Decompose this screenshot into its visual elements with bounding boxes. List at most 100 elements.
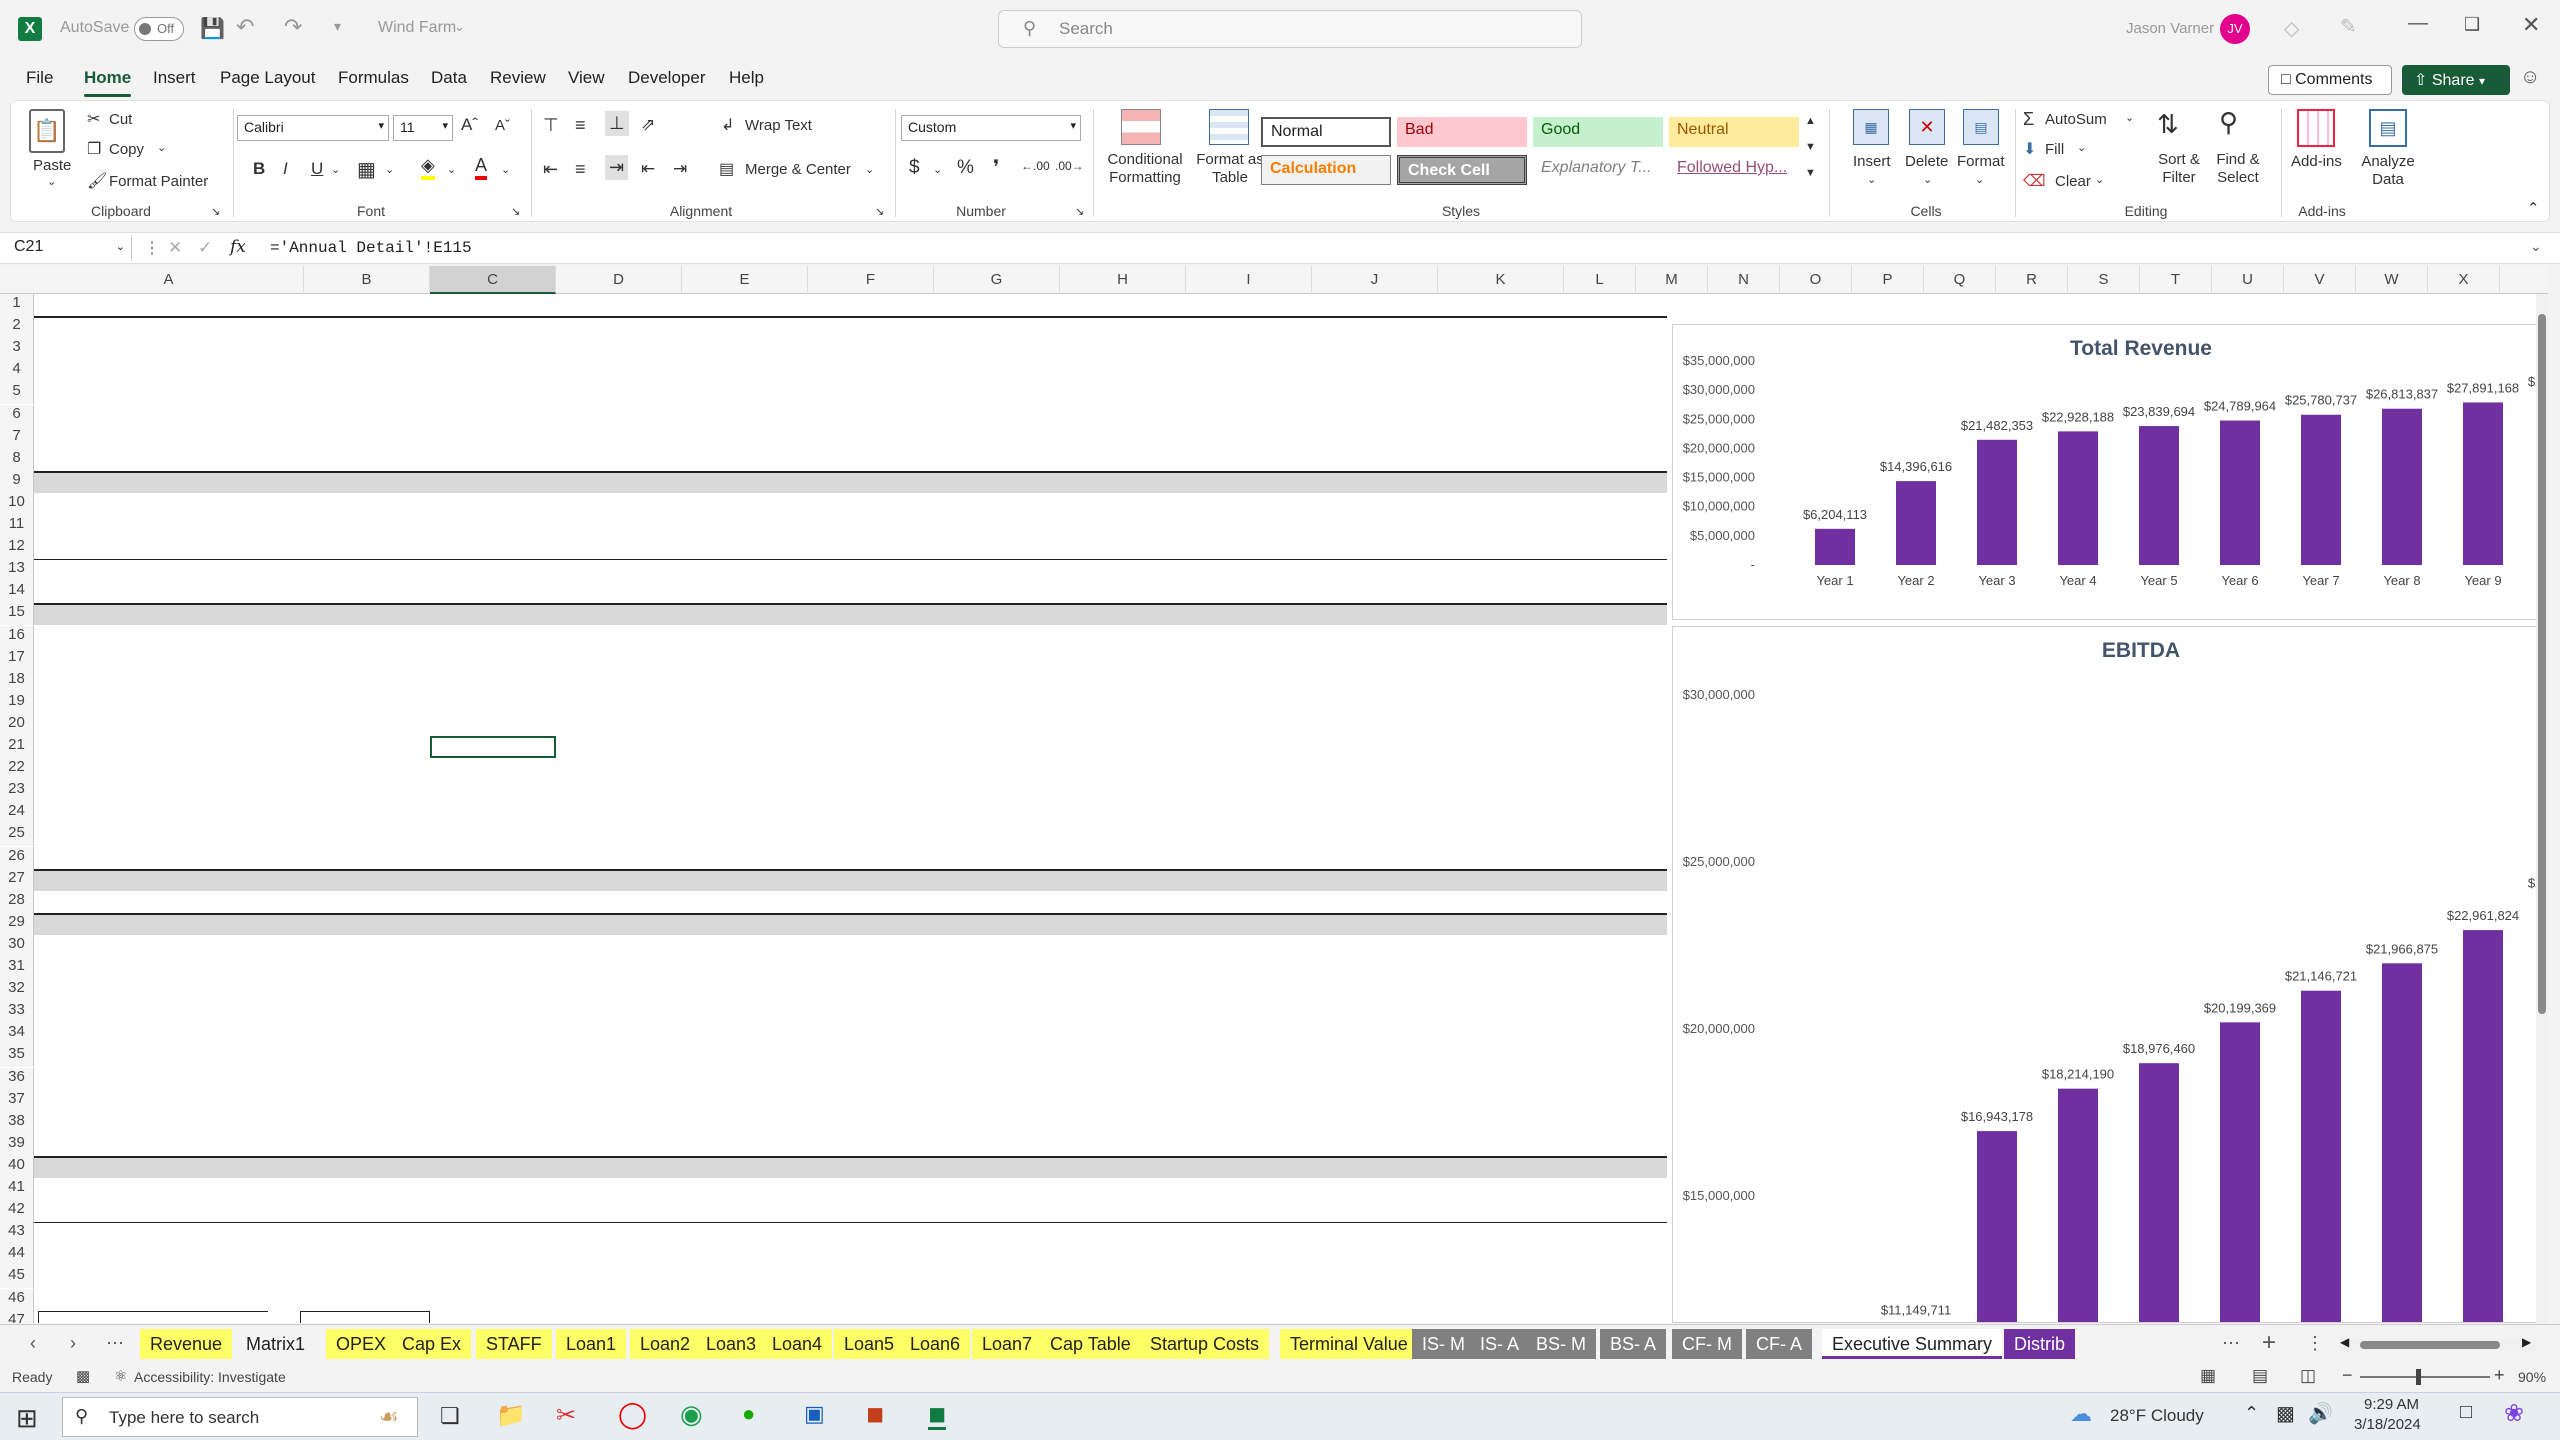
row-label[interactable] [38, 1310, 268, 1323]
row-header[interactable]: 31 [0, 957, 34, 979]
data-cell[interactable] [1564, 1023, 1630, 1045]
row-header[interactable]: 13 [0, 559, 34, 582]
data-cell[interactable] [808, 957, 928, 979]
row-label[interactable] [38, 471, 338, 493]
data-cell[interactable] [1312, 449, 1432, 471]
menu-home[interactable]: Home [84, 68, 132, 97]
sheet-tab[interactable]: CF- A [1746, 1329, 1813, 1359]
italic-icon[interactable]: I [283, 159, 288, 179]
data-cell[interactable] [1564, 382, 1630, 404]
data-cell[interactable] [1312, 736, 1432, 758]
column-header[interactable]: M [1636, 266, 1708, 294]
year-header[interactable] [1312, 316, 1432, 338]
row-label[interactable] [38, 692, 338, 714]
data-cell[interactable] [556, 360, 676, 382]
data-cell[interactable] [304, 405, 424, 427]
data-cell[interactable] [934, 1156, 1054, 1178]
data-cell[interactable] [808, 1068, 928, 1090]
data-cell[interactable] [682, 537, 802, 559]
row-label[interactable] [38, 537, 338, 559]
data-cell[interactable] [682, 405, 802, 427]
data-cell[interactable] [1312, 626, 1432, 648]
data-cell[interactable] [556, 537, 676, 559]
data-cell[interactable] [304, 1266, 424, 1288]
style-normal[interactable]: Normal [1261, 117, 1391, 147]
row-label[interactable] [38, 1289, 338, 1311]
row-header[interactable]: 37 [0, 1089, 34, 1112]
data-cell[interactable] [808, 1045, 928, 1067]
data-cell[interactable] [934, 935, 1054, 957]
row-label[interactable] [38, 913, 338, 935]
data-cell[interactable] [1060, 1244, 1180, 1266]
data-cell[interactable] [556, 1112, 676, 1134]
data-cell[interactable] [556, 1244, 676, 1266]
data-cell[interactable] [808, 626, 928, 648]
row-header[interactable]: 7 [0, 426, 34, 449]
insert-cells-chevron-icon[interactable]: ⌄ [1867, 173, 1876, 186]
data-cell[interactable] [556, 1090, 676, 1112]
data-cell[interactable] [1186, 1112, 1306, 1134]
data-cell[interactable] [1564, 1134, 1630, 1156]
data-cell[interactable] [1312, 1112, 1432, 1134]
data-cell[interactable] [934, 559, 1054, 581]
style-calculation[interactable]: Calculation [1261, 155, 1391, 185]
data-cell[interactable] [1438, 1068, 1558, 1090]
data-cell[interactable] [934, 1266, 1054, 1288]
sheet-tab[interactable]: Terminal Value [1280, 1329, 1418, 1359]
data-cell[interactable] [1060, 1045, 1180, 1067]
row-header[interactable]: 11 [0, 515, 34, 537]
insert-function-icon[interactable]: fx [230, 237, 246, 257]
vertical-scrollbar[interactable] [2536, 294, 2548, 1323]
sheet-tab[interactable]: Revenue [140, 1329, 233, 1359]
data-cell[interactable] [934, 515, 1054, 537]
style-neutral[interactable]: Neutral [1669, 117, 1799, 147]
data-cell[interactable] [682, 957, 802, 979]
data-cell[interactable] [808, 449, 928, 471]
row-label[interactable] [38, 1090, 338, 1112]
data-cell[interactable] [1060, 670, 1180, 692]
style-good[interactable]: Good [1533, 117, 1663, 147]
align-bottom-icon[interactable]: ⊥ [605, 111, 629, 136]
data-cell[interactable] [556, 382, 676, 404]
bar[interactable] [2301, 990, 2341, 1323]
column-header[interactable]: P [1852, 266, 1924, 294]
row-label[interactable] [38, 360, 338, 382]
data-cell[interactable] [1186, 360, 1306, 382]
data-cell[interactable] [1438, 382, 1558, 404]
data-cell[interactable] [682, 913, 802, 935]
data-cell[interactable] [1060, 382, 1180, 404]
data-cell[interactable] [430, 1023, 550, 1045]
row-header[interactable]: 29 [0, 912, 34, 935]
page-break-view-icon[interactable]: ◫ [2300, 1366, 2316, 1386]
data-cell[interactable] [1186, 1156, 1306, 1178]
data-cell[interactable] [1186, 802, 1306, 824]
data-cell[interactable] [304, 1222, 424, 1244]
data-cell[interactable] [1312, 1156, 1432, 1178]
data-cell[interactable] [1060, 913, 1180, 935]
data-cell[interactable] [556, 1045, 676, 1067]
page-layout-view-icon[interactable]: ▤ [2252, 1366, 2268, 1386]
year-header[interactable] [1060, 316, 1180, 338]
ebitda-chart[interactable]: EBITDA$10,000,000$15,000,000$20,000,000$… [1672, 626, 2548, 1323]
data-cell[interactable] [1564, 957, 1630, 979]
analyze-data-icon[interactable]: ▤ [2369, 109, 2407, 147]
coauthor-icon[interactable]: ☺ [2520, 66, 2540, 89]
font-name-select[interactable]: Calibri ▾ [237, 115, 389, 141]
zoom-slider-thumb[interactable] [2416, 1369, 2421, 1385]
data-cell[interactable] [808, 736, 928, 758]
column-header[interactable]: S [2068, 266, 2140, 294]
style-check-cell[interactable]: Check Cell [1397, 155, 1527, 185]
data-cell[interactable] [556, 471, 676, 493]
minimize-icon[interactable]: — [2408, 12, 2428, 35]
data-cell[interactable] [430, 382, 550, 404]
data-cell[interactable] [1438, 626, 1558, 648]
data-cell[interactable] [1438, 1134, 1558, 1156]
data-cell[interactable] [304, 382, 424, 404]
data-cell[interactable] [1186, 736, 1306, 758]
format-painter-button[interactable]: Format Painter [109, 173, 208, 190]
data-cell[interactable] [304, 360, 424, 382]
row-label[interactable] [38, 559, 338, 581]
data-cell[interactable] [1060, 405, 1180, 427]
row-label[interactable] [38, 648, 338, 670]
sheet-tab[interactable]: Startup Costs [1140, 1329, 1270, 1359]
